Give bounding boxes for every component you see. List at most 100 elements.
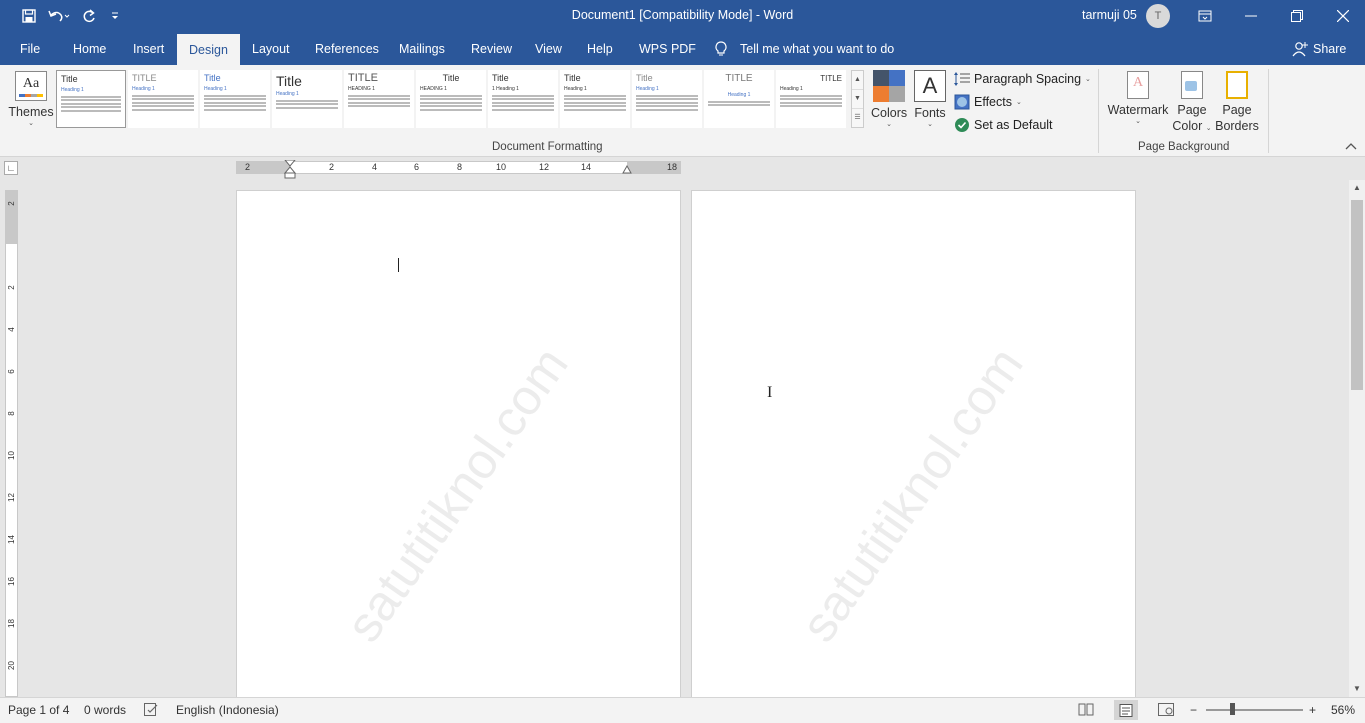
right-indent-marker-icon[interactable] (622, 165, 632, 174)
ribbon: Aa Themes ⌄ Title Heading 1 TITLE Headin… (0, 65, 1365, 157)
tab-layout[interactable]: Layout (240, 32, 302, 65)
user-name[interactable]: tarmuji 05 (1082, 8, 1137, 22)
style-set-item[interactable]: Title Heading 1 (272, 70, 342, 128)
tab-view[interactable]: View (523, 32, 574, 65)
tab-home[interactable]: Home (61, 32, 118, 65)
fonts-icon: A (914, 70, 946, 102)
style-set-item[interactable]: Title Heading 1 (200, 70, 270, 128)
undo-icon[interactable] (42, 0, 76, 32)
title-bar: Document1 [Compatibility Mode] - Word ta… (0, 0, 1365, 32)
page-borders-icon (1226, 71, 1248, 99)
zoom-out-icon[interactable]: − (1190, 703, 1197, 717)
style-set-item[interactable]: Title HEADING 1 (416, 70, 486, 128)
ruler-number: 8 (7, 411, 16, 416)
print-layout-icon[interactable] (1114, 700, 1138, 720)
gallery-more-icon[interactable]: ☰ (852, 109, 863, 128)
ribbon-tabs: File Home Insert Design Layout Reference… (0, 32, 1365, 65)
style-set-item[interactable]: TITLE Heading 1 (128, 70, 198, 128)
gallery-scroll: ▲ ▼ ☰ (851, 70, 864, 128)
zoom-level[interactable]: 56% (1331, 703, 1355, 717)
restore-icon[interactable] (1274, 0, 1320, 32)
tab-insert[interactable]: Insert (121, 32, 176, 65)
themes-label: Themes (8, 105, 54, 119)
scroll-down-icon[interactable]: ▼ (1349, 681, 1365, 697)
tab-mailings[interactable]: Mailings (387, 32, 457, 65)
tell-me-search[interactable]: Tell me what you want to do (714, 32, 894, 65)
tab-file[interactable]: File (8, 32, 52, 65)
page-color-button[interactable]: Page Color ⌄ (1172, 69, 1212, 133)
tab-wps-pdf[interactable]: WPS PDF (627, 32, 708, 65)
effects-label: Effects (974, 95, 1012, 109)
fonts-label: Fonts (914, 106, 946, 120)
tab-selector[interactable]: ∟ (4, 161, 18, 175)
tab-help[interactable]: Help (575, 32, 625, 65)
paragraph-spacing-button[interactable]: Paragraph Spacing ⌄ (954, 69, 1091, 89)
style-set-gallery: Title Heading 1 TITLE Heading 1 Title He… (56, 70, 850, 128)
style-set-item[interactable]: Title Heading 1 (560, 70, 630, 128)
ruler-number: 18 (667, 162, 678, 172)
effects-button[interactable]: Effects ⌄ (954, 92, 1022, 112)
scroll-up-icon[interactable]: ▲ (1349, 180, 1365, 196)
page-borders-label-2: Borders (1215, 119, 1259, 133)
customize-qat-icon[interactable] (102, 0, 128, 32)
ribbon-display-options-icon[interactable] (1182, 0, 1228, 32)
style-set-item[interactable]: Title 1 Heading 1 (488, 70, 558, 128)
gallery-up-icon[interactable]: ▲ (852, 71, 863, 90)
page-count[interactable]: Page 1 of 4 (8, 703, 69, 717)
read-mode-icon[interactable] (1078, 703, 1094, 719)
ruler-number: 2 (7, 201, 16, 206)
page-borders-label-1: Page (1222, 103, 1252, 117)
zoom-slider-knob[interactable] (1230, 703, 1235, 715)
page-background-group-label: Page Background (1138, 141, 1230, 153)
tab-design[interactable]: Design (177, 32, 240, 65)
ruler-number: 6 (414, 162, 420, 172)
page-borders-button[interactable]: Page Borders (1215, 69, 1259, 133)
proofing-icon[interactable] (144, 703, 158, 719)
horizontal-ruler[interactable]: 2 2 4 6 8 10 12 14 18 (236, 160, 681, 179)
colors-button[interactable]: Colors ⌄ (871, 69, 907, 135)
web-layout-icon[interactable] (1158, 703, 1174, 719)
watermark-button[interactable]: A Watermark ⌄ (1107, 69, 1169, 125)
set-as-default-button[interactable]: Set as Default (954, 115, 1053, 135)
fonts-button[interactable]: A Fonts ⌄ (912, 69, 948, 135)
themes-button[interactable]: Aa Themes ⌄ (8, 69, 54, 131)
zoom-in-icon[interactable]: + (1309, 703, 1316, 717)
ruler-number: 12 (539, 162, 550, 172)
paragraph-spacing-icon (954, 71, 970, 87)
ruler-number: 2 (245, 162, 251, 172)
document-workspace[interactable]: satutitiknol.com satutitiknol.com I (22, 180, 1349, 697)
word-count[interactable]: 0 words (84, 703, 126, 717)
vertical-ruler[interactable]: 2 2 4 6 8 10 12 14 16 18 20 (5, 190, 18, 697)
avatar[interactable]: T (1146, 4, 1170, 28)
vertical-scrollbar[interactable]: ▲ ▼ (1349, 180, 1365, 697)
scroll-thumb[interactable] (1351, 200, 1363, 390)
swatch-blue (889, 70, 905, 86)
text-cursor (398, 258, 399, 272)
style-set-item[interactable]: TITLE Heading 1 (776, 70, 846, 128)
indent-marker-icon[interactable] (284, 160, 296, 180)
watermark-label: Watermark (1107, 103, 1169, 117)
style-set-item[interactable]: Title Heading 1 (632, 70, 702, 128)
language-indicator[interactable]: English (Indonesia) (176, 703, 279, 717)
redo-icon[interactable] (76, 0, 102, 32)
save-icon[interactable] (16, 0, 42, 32)
share-label: Share (1313, 41, 1347, 56)
zoom-slider[interactable] (1206, 709, 1303, 711)
document-page-1[interactable]: satutitiknol.com (236, 190, 681, 697)
minimize-icon[interactable] (1228, 0, 1274, 32)
share-button[interactable]: Share (1292, 32, 1346, 65)
style-set-item[interactable]: TITLE Heading 1 (704, 70, 774, 128)
document-page-2[interactable]: satutitiknol.com I (691, 190, 1136, 697)
quick-access-toolbar (16, 0, 128, 32)
tab-references[interactable]: References (303, 32, 391, 65)
close-icon[interactable] (1320, 0, 1365, 32)
gallery-down-icon[interactable]: ▼ (852, 90, 863, 109)
tab-review[interactable]: Review (459, 32, 524, 65)
style-set-item[interactable]: TITLE HEADING 1 (344, 70, 414, 128)
color-palette-icon (873, 70, 905, 102)
paragraph-spacing-label: Paragraph Spacing (974, 72, 1082, 86)
collapse-ribbon-icon[interactable] (1345, 142, 1359, 154)
person-icon (1292, 41, 1308, 56)
style-set-item[interactable]: Title Heading 1 (56, 70, 126, 128)
ruler-number: 4 (372, 162, 378, 172)
